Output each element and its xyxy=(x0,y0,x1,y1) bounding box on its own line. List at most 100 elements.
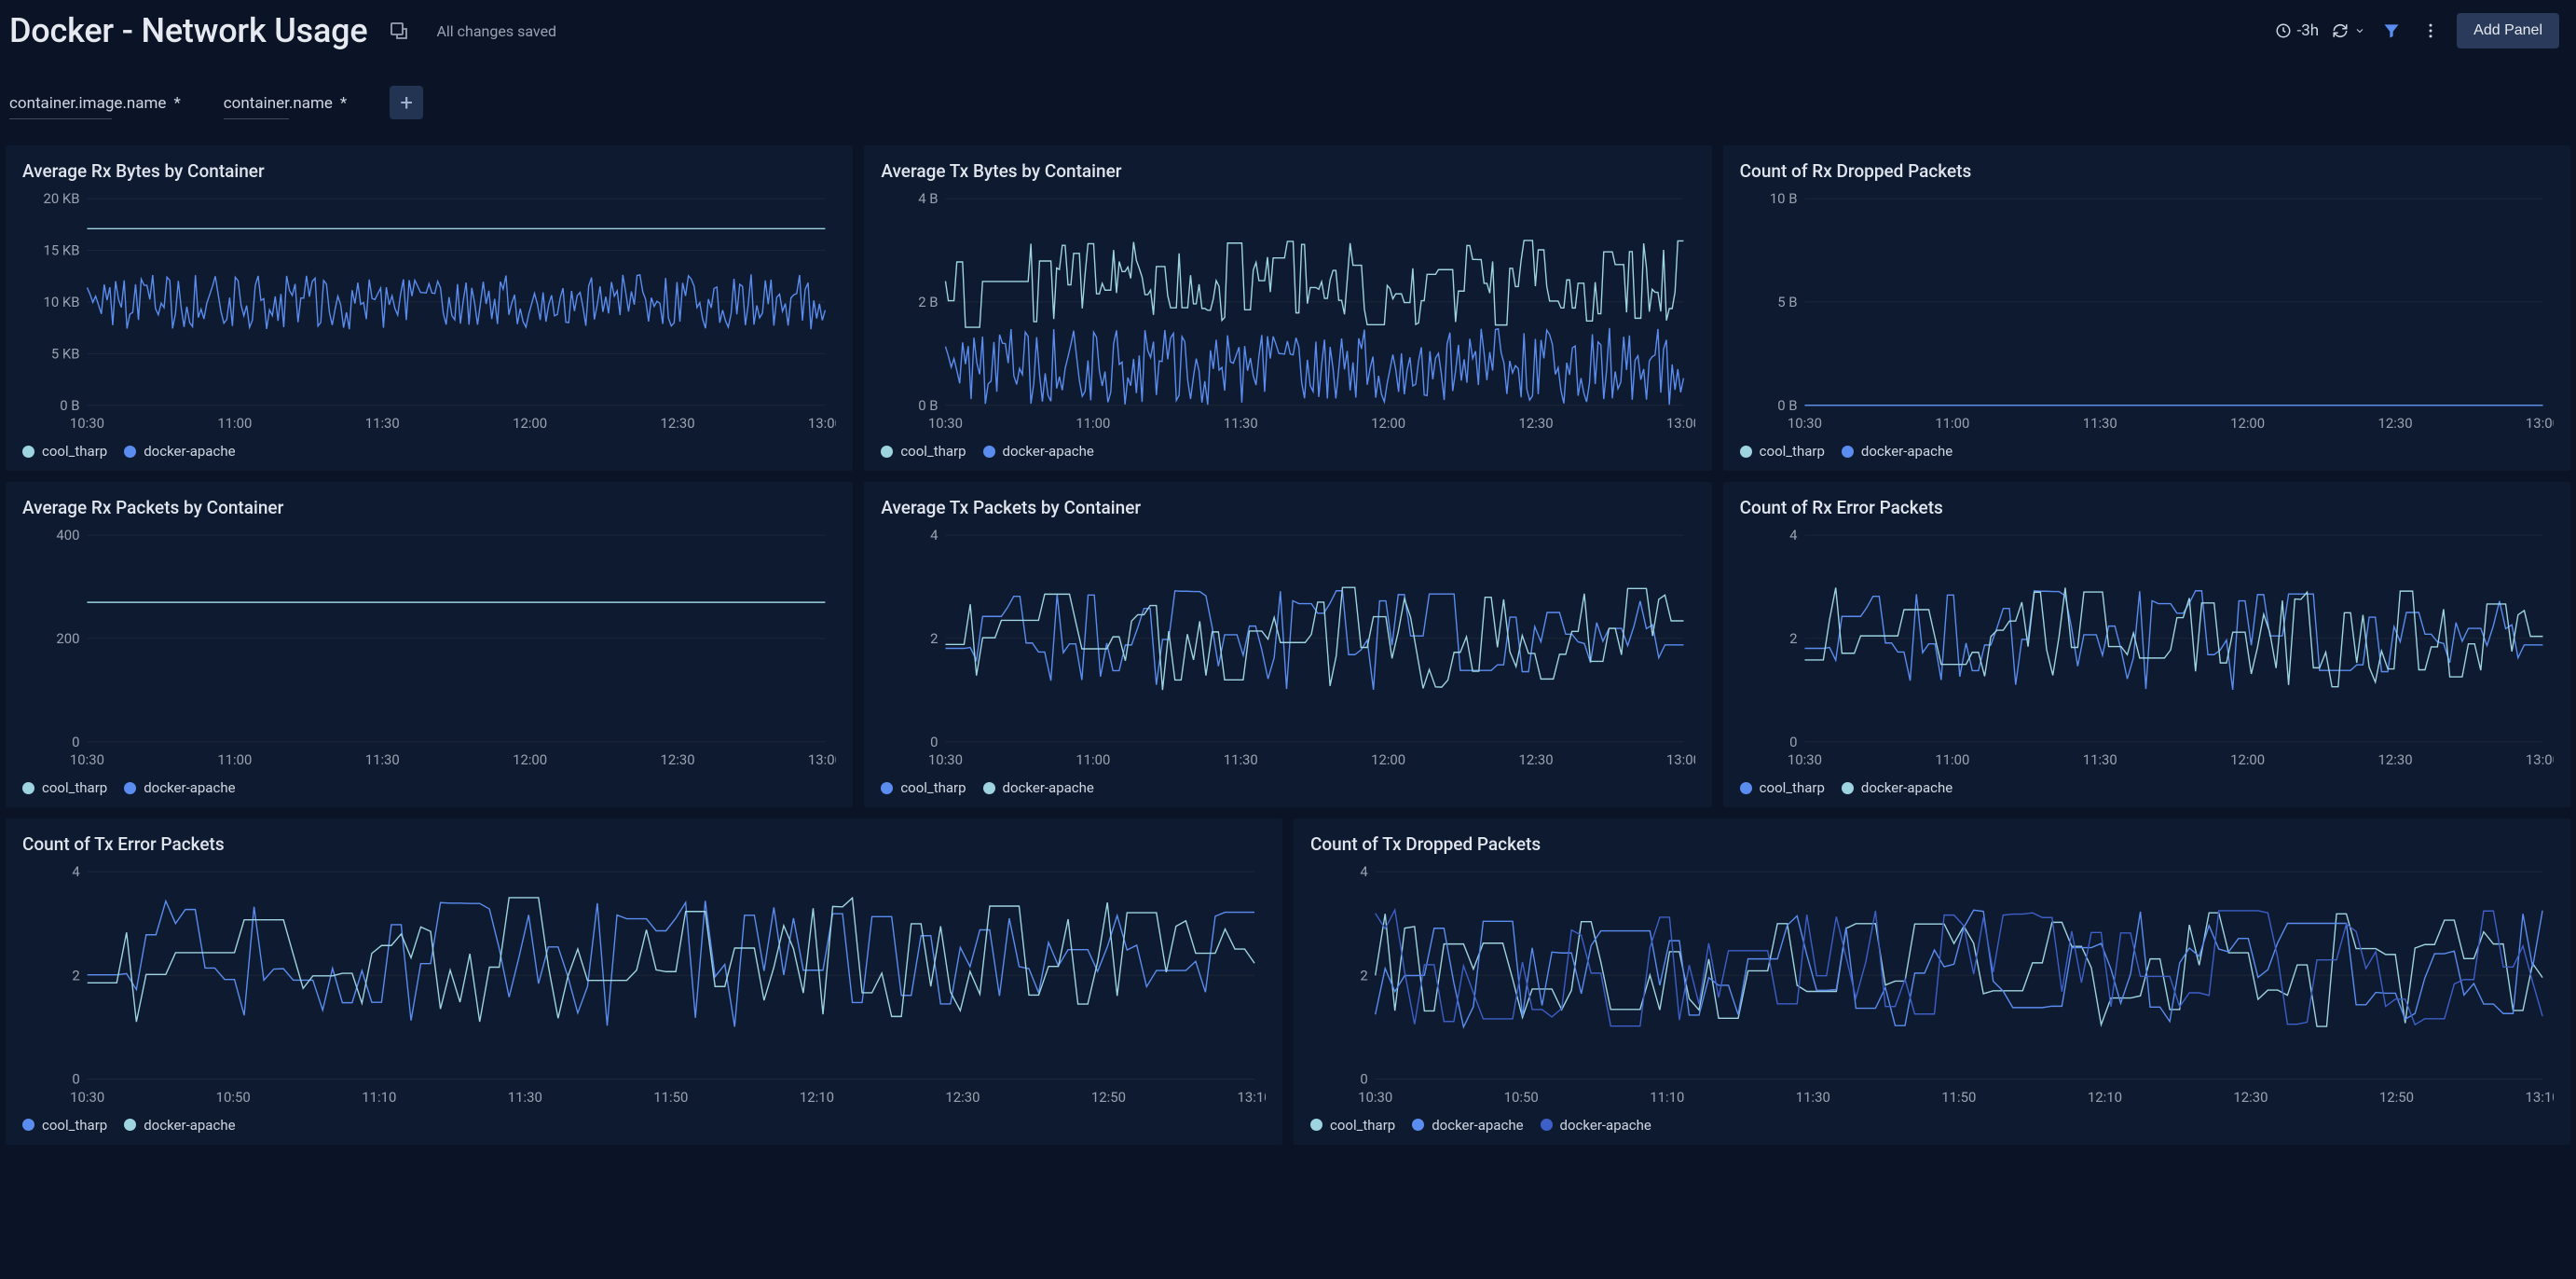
svg-text:10:30: 10:30 xyxy=(70,751,104,768)
svg-text:12:30: 12:30 xyxy=(2377,415,2412,432)
legend-swatch xyxy=(1412,1119,1424,1131)
legend-label: cool_tharp xyxy=(42,443,107,460)
svg-text:12:00: 12:00 xyxy=(2230,415,2265,432)
legend-swatch xyxy=(983,782,995,794)
legend-swatch xyxy=(1740,446,1752,458)
svg-text:13:00: 13:00 xyxy=(2526,415,2554,432)
legend-label: cool_tharp xyxy=(900,443,966,460)
legend-item[interactable]: docker-apache xyxy=(124,779,235,796)
legend-swatch xyxy=(1541,1119,1553,1131)
legend-item[interactable]: cool_tharp xyxy=(1740,779,1825,796)
share-icon[interactable] xyxy=(388,20,410,42)
legend-item[interactable]: cool_tharp xyxy=(1740,443,1825,460)
legend-label: cool_tharp xyxy=(42,779,107,796)
legend: cool_tharp docker-apache xyxy=(22,779,836,796)
legend-item[interactable]: docker-apache xyxy=(124,443,235,460)
panel-avg_rx_bytes[interactable]: Average Rx Bytes by Container0 B5 KB10 K… xyxy=(6,145,853,471)
svg-text:11:00: 11:00 xyxy=(1935,415,1969,432)
svg-text:12:30: 12:30 xyxy=(2377,751,2412,768)
legend: cool_tharp docker-apache xyxy=(881,779,1694,796)
panel-title: Count of Tx Dropped Packets xyxy=(1310,833,2554,855)
svg-text:10:30: 10:30 xyxy=(70,1089,104,1106)
legend-swatch xyxy=(124,782,136,794)
legend-swatch xyxy=(22,446,34,458)
svg-text:13:10: 13:10 xyxy=(1237,1089,1266,1106)
svg-text:12:10: 12:10 xyxy=(800,1089,834,1106)
legend-swatch xyxy=(983,446,995,458)
legend-item[interactable]: cool_tharp xyxy=(22,1117,107,1134)
add-panel-button[interactable]: Add Panel xyxy=(2457,13,2559,48)
svg-text:12:30: 12:30 xyxy=(945,1089,980,1106)
svg-text:15 KB: 15 KB xyxy=(43,241,79,258)
chart-area: 02410:3010:5011:1011:3011:5012:1012:3012… xyxy=(22,862,1266,1107)
svg-text:13:00: 13:00 xyxy=(2526,751,2554,768)
panel-title: Count of Tx Error Packets xyxy=(22,833,1266,855)
svg-text:4: 4 xyxy=(930,527,939,543)
svg-text:0: 0 xyxy=(72,734,79,750)
legend-label: docker-apache xyxy=(1861,443,1953,460)
page-title: Docker - Network Usage xyxy=(9,11,367,50)
svg-text:11:30: 11:30 xyxy=(365,415,400,432)
svg-text:12:00: 12:00 xyxy=(1371,415,1405,432)
svg-text:0: 0 xyxy=(1789,734,1797,750)
svg-text:12:00: 12:00 xyxy=(2230,751,2265,768)
legend-swatch xyxy=(124,1119,136,1131)
legend-item[interactable]: cool_tharp xyxy=(1310,1117,1395,1134)
legend-label: docker-apache xyxy=(1003,779,1094,796)
legend-item[interactable]: cool_tharp xyxy=(22,443,107,460)
panel-grid-3col: Average Rx Bytes by Container0 B5 KB10 K… xyxy=(0,145,2576,807)
panel-avg_tx_packets[interactable]: Average Tx Packets by Container02410:301… xyxy=(864,482,1711,807)
svg-text:10:30: 10:30 xyxy=(928,415,963,432)
legend-item[interactable]: docker-apache xyxy=(1412,1117,1523,1134)
svg-text:2: 2 xyxy=(72,967,79,983)
legend-item[interactable]: docker-apache xyxy=(1541,1117,1651,1134)
svg-text:11:00: 11:00 xyxy=(1076,415,1111,432)
panel-count_tx_dropped[interactable]: Count of Tx Dropped Packets02410:3010:50… xyxy=(1294,818,2570,1145)
svg-text:0: 0 xyxy=(1360,1070,1367,1087)
svg-text:0: 0 xyxy=(72,1070,79,1087)
svg-text:13:10: 13:10 xyxy=(2525,1089,2554,1106)
legend-item[interactable]: docker-apache xyxy=(983,779,1094,796)
svg-text:10 KB: 10 KB xyxy=(43,294,79,310)
legend-item[interactable]: docker-apache xyxy=(1842,779,1953,796)
panel-avg_tx_bytes[interactable]: Average Tx Bytes by Container0 B2 B4 B10… xyxy=(864,145,1711,471)
panel-count_tx_error[interactable]: Count of Tx Error Packets02410:3010:5011… xyxy=(6,818,1282,1145)
svg-text:0 B: 0 B xyxy=(1777,397,1797,414)
svg-text:11:50: 11:50 xyxy=(653,1089,688,1106)
svg-text:12:30: 12:30 xyxy=(660,415,694,432)
legend-item[interactable]: docker-apache xyxy=(124,1117,235,1134)
legend-item[interactable]: docker-apache xyxy=(1842,443,1953,460)
legend-item[interactable]: cool_tharp xyxy=(881,443,966,460)
panel-avg_rx_packets[interactable]: Average Rx Packets by Container020040010… xyxy=(6,482,853,807)
legend-swatch xyxy=(1842,446,1854,458)
filter-label: container.name xyxy=(224,94,333,113)
svg-text:11:30: 11:30 xyxy=(1796,1089,1830,1106)
refresh-button[interactable] xyxy=(2332,22,2365,39)
filter-container-name[interactable]: container.name * xyxy=(224,94,347,119)
svg-text:5 KB: 5 KB xyxy=(51,345,80,362)
svg-text:12:30: 12:30 xyxy=(660,751,694,768)
svg-text:12:10: 12:10 xyxy=(2088,1089,2122,1106)
legend: cool_tharp docker-apache xyxy=(22,443,836,460)
panel-count_rx_dropped[interactable]: Count of Rx Dropped Packets0 B5 B10 B10:… xyxy=(1723,145,2570,471)
svg-text:10:50: 10:50 xyxy=(216,1089,251,1106)
more-menu-icon[interactable] xyxy=(2418,18,2444,44)
svg-text:10:30: 10:30 xyxy=(928,751,963,768)
svg-text:12:50: 12:50 xyxy=(1091,1089,1126,1106)
time-range-picker[interactable]: -3h xyxy=(2275,21,2320,40)
svg-text:11:10: 11:10 xyxy=(362,1089,396,1106)
legend: cool_tharp docker-apache docker-apache xyxy=(1310,1117,2554,1134)
filter-container-image-name[interactable]: container.image.name * xyxy=(9,94,181,119)
panel-grid-2col: Count of Tx Error Packets02410:3010:5011… xyxy=(0,807,2576,1145)
svg-text:11:50: 11:50 xyxy=(1941,1089,1976,1106)
legend-item[interactable]: docker-apache xyxy=(983,443,1094,460)
panel-title: Count of Rx Error Packets xyxy=(1740,497,2554,518)
legend-item[interactable]: cool_tharp xyxy=(22,779,107,796)
legend-item[interactable]: cool_tharp xyxy=(881,779,966,796)
add-filter-button[interactable]: + xyxy=(390,86,423,119)
svg-text:20 KB: 20 KB xyxy=(43,190,79,207)
filter-value: * xyxy=(173,94,180,113)
filter-icon[interactable] xyxy=(2378,18,2405,44)
panel-count_rx_error[interactable]: Count of Rx Error Packets02410:3011:0011… xyxy=(1723,482,2570,807)
svg-text:11:30: 11:30 xyxy=(1224,415,1258,432)
